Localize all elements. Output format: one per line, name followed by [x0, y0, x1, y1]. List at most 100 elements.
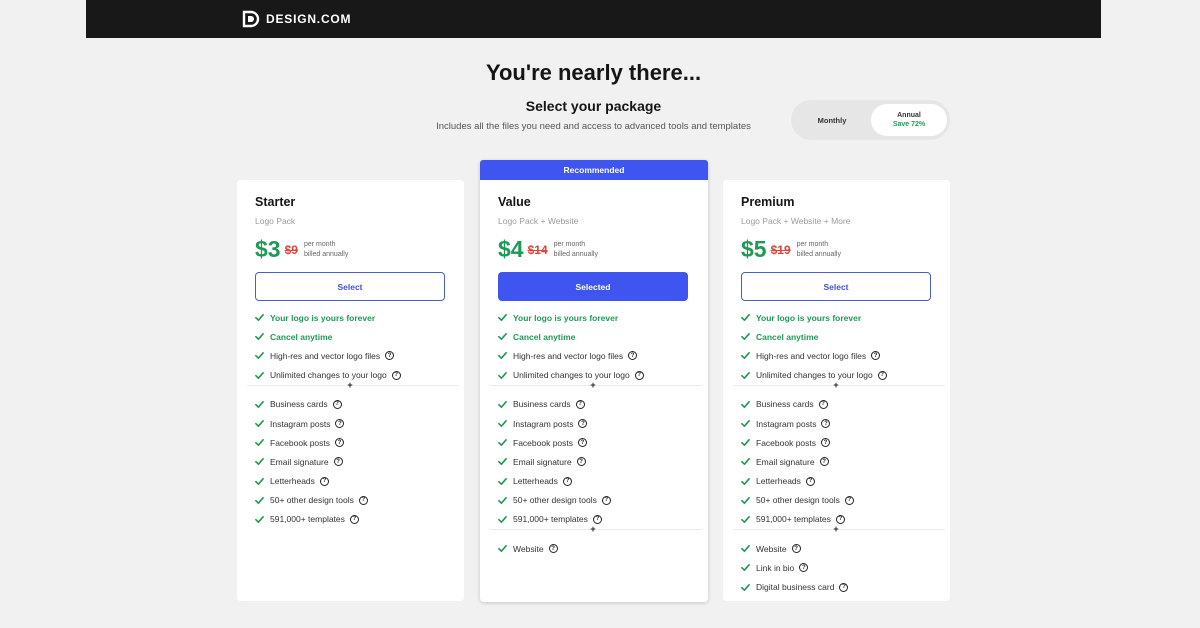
plan-old-price: $14 [527, 242, 548, 257]
annual-option[interactable]: Annual Save 72% [871, 104, 947, 136]
check-icon [498, 420, 507, 428]
monthly-option[interactable]: Monthly [791, 100, 873, 140]
feature-label: Facebook posts [513, 437, 574, 448]
feature-label: Business cards [756, 399, 814, 410]
top-bar: DESIGN.COM [86, 0, 1101, 38]
feature-item: 50+ other design tools? [498, 491, 698, 510]
feature-label: 50+ other design tools [270, 495, 354, 506]
check-icon [498, 400, 507, 408]
feature-label: Website [756, 543, 787, 554]
billing-frequency: billed annually [303, 250, 349, 258]
check-icon [255, 420, 264, 428]
plus-sign: + [590, 524, 596, 535]
help-icon[interactable]: ? [805, 476, 815, 486]
select-value-button[interactable]: Selected [498, 272, 688, 301]
feature-divider: + [733, 524, 945, 539]
feature-divider: + [247, 380, 459, 395]
design-logo-icon [242, 10, 260, 28]
plan-card-starter: Starter Logo Pack $3 $9 per month billed… [237, 180, 464, 601]
feature-item: 50+ other design tools? [741, 491, 941, 510]
help-icon[interactable]: ? [578, 438, 588, 448]
plan-price: $4 [498, 236, 524, 262]
plan-price: $3 [255, 236, 281, 262]
help-icon[interactable]: ? [821, 438, 831, 448]
feature-item: Your logo is yours forever [741, 308, 941, 327]
help-icon[interactable]: ? [319, 476, 329, 486]
help-icon[interactable]: ? [839, 582, 849, 592]
help-icon[interactable]: ? [358, 495, 368, 505]
plan-subtitle: Logo Pack [255, 216, 296, 226]
help-icon[interactable]: ? [871, 351, 881, 361]
check-icon [255, 496, 264, 504]
feature-item: Letterheads? [498, 472, 698, 491]
page-title: You're nearly there... [485, 60, 702, 85]
annual-save-badge: Save 72% [892, 121, 926, 128]
help-icon[interactable]: ? [562, 476, 572, 486]
feature-item: 50+ other design tools? [255, 491, 455, 510]
help-icon[interactable]: ? [821, 419, 831, 429]
feature-label: Facebook posts [756, 437, 817, 448]
feature-label: Cancel anytime [270, 331, 333, 342]
check-icon [498, 496, 507, 504]
billing-note: per month billed annually [554, 240, 598, 259]
help-icon[interactable]: ? [819, 457, 829, 467]
help-icon[interactable]: ? [349, 514, 359, 524]
check-icon [498, 515, 507, 523]
plus-sign: + [347, 379, 353, 390]
help-icon[interactable]: ? [601, 495, 611, 505]
help-icon[interactable]: ? [835, 514, 845, 524]
help-icon[interactable]: ? [335, 438, 345, 448]
feature-item: Your logo is yours forever [255, 308, 455, 327]
feature-list: Your logo is yours forever Cancel anytime… [247, 308, 459, 529]
help-icon[interactable]: ? [799, 563, 809, 573]
feature-item: Instagram posts? [741, 414, 941, 433]
help-icon[interactable]: ? [548, 544, 558, 554]
help-icon[interactable]: ? [333, 457, 343, 467]
feature-item: Business cards? [741, 395, 941, 414]
help-icon[interactable]: ? [877, 370, 887, 380]
help-icon[interactable]: ? [576, 457, 586, 467]
help-icon[interactable]: ? [844, 495, 854, 505]
feature-label: Facebook posts [270, 437, 331, 448]
help-icon[interactable]: ? [391, 370, 401, 380]
select-premium-button[interactable]: Select [741, 272, 931, 301]
help-icon[interactable]: ? [575, 399, 585, 409]
help-icon[interactable]: ? [592, 514, 602, 524]
feature-label: Email signature [513, 456, 572, 467]
check-icon [741, 314, 750, 322]
help-icon[interactable]: ? [818, 399, 828, 409]
feature-item: Cancel anytime [255, 327, 455, 346]
plan-subtitle: Logo Pack + Website [498, 216, 579, 226]
plan-subtitle: Logo Pack + Website + More [741, 216, 851, 226]
feature-item: Your logo is yours forever [498, 308, 698, 327]
help-icon[interactable]: ? [578, 419, 588, 429]
plan-card-value: Recommended Value Logo Pack + Website $4… [480, 160, 708, 602]
feature-item: Email signature? [498, 452, 698, 471]
help-icon[interactable]: ? [385, 351, 395, 361]
price-row: $3 $9 per month billed annually [255, 236, 348, 263]
help-icon[interactable]: ? [332, 399, 342, 409]
check-icon [498, 439, 507, 447]
check-icon [741, 439, 750, 447]
help-icon[interactable]: ? [628, 351, 638, 361]
help-icon[interactable]: ? [634, 370, 644, 380]
feature-item: Instagram posts? [255, 414, 455, 433]
check-icon [255, 314, 264, 322]
feature-label: 50+ other design tools [513, 495, 597, 506]
check-icon [741, 371, 750, 379]
billing-toggle[interactable]: Monthly Annual Save 72% [791, 100, 950, 140]
feature-item: Facebook posts? [741, 433, 941, 452]
brand-logo[interactable]: DESIGN.COM [241, 9, 351, 29]
feature-label: Website [513, 543, 544, 554]
check-icon [498, 458, 507, 466]
check-icon [255, 458, 264, 466]
help-icon[interactable]: ? [791, 544, 801, 554]
feature-label: Your logo is yours forever [270, 312, 376, 323]
select-starter-button[interactable]: Select [255, 272, 445, 301]
help-icon[interactable]: ? [335, 419, 345, 429]
check-icon [255, 477, 264, 485]
feature-list: Your logo is yours forever Cancel anytime… [733, 308, 945, 597]
check-icon [498, 352, 507, 360]
feature-label: Letterheads [513, 476, 558, 487]
plus-sign: + [833, 379, 839, 390]
